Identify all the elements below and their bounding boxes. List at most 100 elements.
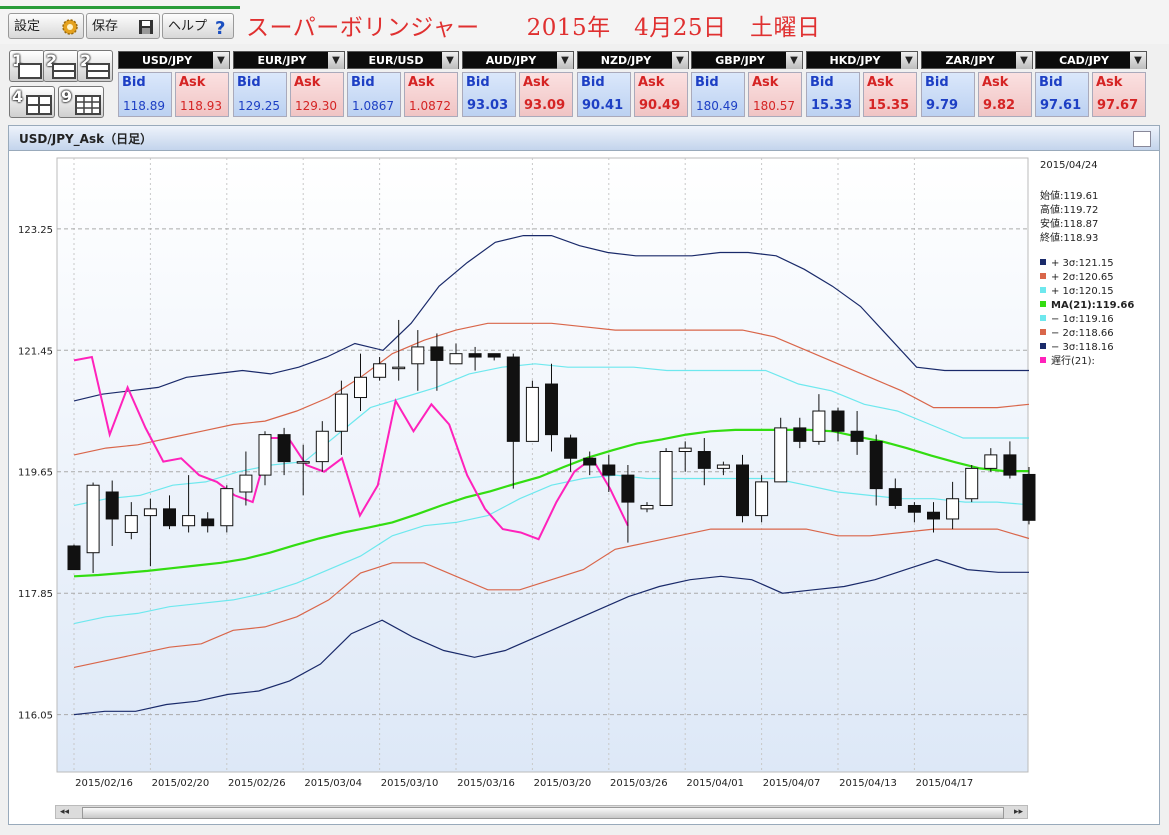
x-tick-label: 2015/04/13 xyxy=(839,778,897,789)
legend-label: − 2σ:118.66 xyxy=(1051,328,1114,339)
ohlc-low: 安値:118.87 xyxy=(1040,219,1099,230)
candle-body xyxy=(163,508,176,527)
candle-body xyxy=(621,474,635,503)
y-tick-label: 121.45 xyxy=(18,346,53,357)
candle-body xyxy=(296,461,310,464)
candle-body xyxy=(105,491,119,520)
candle-body xyxy=(86,484,100,554)
x-tick-label: 2015/02/20 xyxy=(152,778,210,789)
candle-body xyxy=(602,464,616,476)
candle-body xyxy=(506,356,520,442)
ohlc-date: 2015/04/24 xyxy=(1040,160,1098,171)
candle-body xyxy=(736,464,749,517)
candle-body xyxy=(774,427,788,483)
candle-body xyxy=(411,346,425,365)
candle-body xyxy=(545,383,558,436)
candle-body xyxy=(678,447,692,453)
x-tick-label: 2015/03/20 xyxy=(534,778,592,789)
candle-body xyxy=(564,437,578,459)
y-tick-label: 123.25 xyxy=(18,225,53,236)
legend-swatch xyxy=(1040,287,1046,293)
legend-item: + 3σ:121.15 xyxy=(1040,257,1114,270)
legend-item: − 2σ:118.66 xyxy=(1040,327,1114,340)
candle-body xyxy=(984,454,998,469)
candle-body xyxy=(201,518,215,527)
candle-body xyxy=(946,498,960,520)
candle-body xyxy=(831,410,845,432)
candle-body xyxy=(487,353,501,358)
candle-body xyxy=(468,353,482,358)
candle-body xyxy=(640,504,654,510)
legend-label: − 3σ:118.16 xyxy=(1051,342,1114,353)
legend-item: − 3σ:118.16 xyxy=(1040,341,1114,354)
legend-swatch xyxy=(1040,329,1046,335)
candle-body xyxy=(525,386,539,442)
legend-item: + 1σ:120.15 xyxy=(1040,285,1114,298)
candle-body xyxy=(888,488,902,506)
candle-body xyxy=(659,451,673,506)
x-tick-label: 2015/02/26 xyxy=(228,778,286,789)
ohlc-open: 始値:119.61 xyxy=(1040,191,1099,202)
candle-body xyxy=(430,346,444,361)
x-tick-label: 2015/04/07 xyxy=(763,778,821,789)
candle-body xyxy=(258,434,272,476)
y-tick-label: 119.65 xyxy=(18,468,53,479)
candle-body xyxy=(124,515,138,533)
legend-swatch xyxy=(1040,273,1046,279)
candle-body xyxy=(755,481,769,517)
x-tick-label: 2015/03/26 xyxy=(610,778,668,789)
legend-swatch xyxy=(1040,343,1046,349)
candle-body xyxy=(850,430,864,442)
legend-label: MA(21):119.66 xyxy=(1051,300,1135,311)
scroll-left-arrow[interactable]: ◂◂ xyxy=(60,806,69,818)
candle-body xyxy=(239,474,253,493)
candle-body xyxy=(716,464,730,469)
scroll-thumb[interactable] xyxy=(82,807,1004,819)
candle-body xyxy=(697,451,711,469)
x-tick-label: 2015/04/01 xyxy=(686,778,744,789)
y-tick-label: 116.05 xyxy=(18,711,53,722)
x-tick-label: 2015/03/04 xyxy=(304,778,362,789)
candle-body xyxy=(812,410,826,442)
candle-body xyxy=(793,427,807,442)
candle-body xyxy=(583,457,597,466)
ohlc-high: 高値:119.72 xyxy=(1040,205,1099,216)
legend-item: + 2σ:120.65 xyxy=(1040,271,1114,284)
candle-body xyxy=(315,430,329,463)
legend-swatch xyxy=(1040,259,1046,265)
candle-body xyxy=(182,515,196,527)
legend-swatch xyxy=(1040,315,1046,321)
candle-body xyxy=(67,545,81,571)
x-tick-label: 2015/02/16 xyxy=(75,778,133,789)
ohlc-close: 終値:118.93 xyxy=(1040,233,1099,244)
candle-body xyxy=(277,434,291,463)
legend-label: + 2σ:120.65 xyxy=(1051,272,1114,283)
y-tick-label: 117.85 xyxy=(18,589,53,600)
candle-body xyxy=(449,353,463,365)
legend-item: − 1σ:119.16 xyxy=(1040,313,1114,326)
legend-item: MA(21):119.66 xyxy=(1040,299,1134,312)
chart-scrollbar[interactable]: ◂◂ ▸▸ xyxy=(55,805,1028,819)
legend-item: 遅行(21): xyxy=(1040,355,1095,368)
candle-body xyxy=(869,440,883,490)
candle-body xyxy=(373,363,387,378)
candle-body xyxy=(220,488,234,527)
candlestick-chart: 2015/02/16 2015/02/20 2015/02/26 2015/03/04… xyxy=(18,157,1036,789)
legend-swatch xyxy=(1040,301,1046,307)
x-tick-label: 2015/03/16 xyxy=(457,778,515,789)
legend-label: + 3σ:121.15 xyxy=(1051,258,1114,269)
x-tick-label: 2015/03/10 xyxy=(381,778,439,789)
x-tick-label: 2015/04/17 xyxy=(916,778,974,789)
legend-swatch xyxy=(1040,357,1046,363)
scroll-right-arrow[interactable]: ▸▸ xyxy=(1014,806,1023,818)
candle-body xyxy=(927,511,940,520)
candle-body xyxy=(392,366,406,370)
candle-body xyxy=(907,504,921,513)
candle-body xyxy=(143,508,157,517)
candle-body xyxy=(965,467,979,500)
legend-label: − 1σ:119.16 xyxy=(1051,314,1114,325)
legend-label: + 1σ:120.15 xyxy=(1051,286,1114,297)
candle-body xyxy=(354,376,367,399)
candle-body xyxy=(1022,473,1036,521)
legend-label: 遅行(21): xyxy=(1051,356,1095,367)
